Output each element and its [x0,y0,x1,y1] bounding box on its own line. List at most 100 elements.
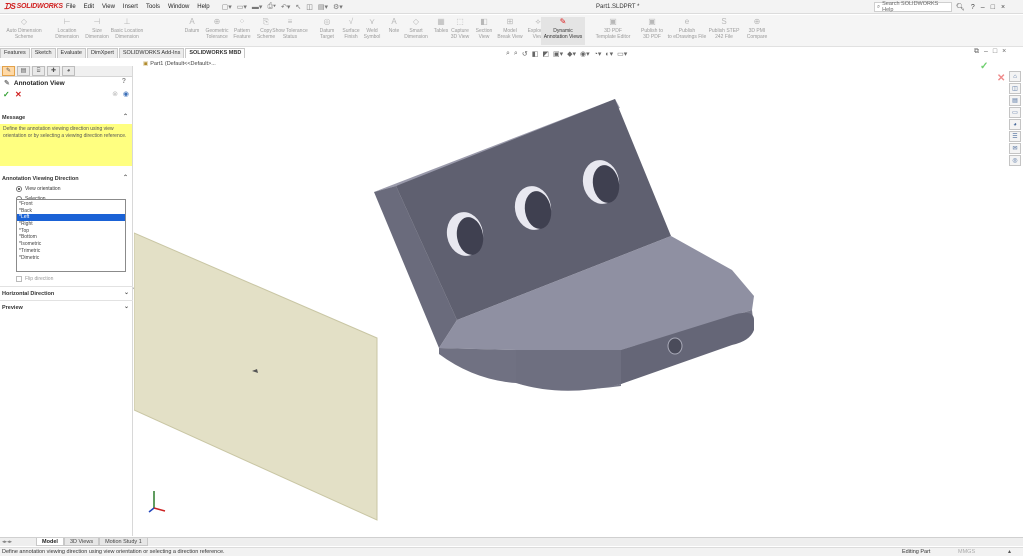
tab-3d-views[interactable]: 3D Views [63,538,100,546]
zoom-area-icon[interactable]: ⌕ [514,50,518,58]
flip-direction-row[interactable]: Flip direction [16,274,53,283]
undo-icon[interactable]: ↶▾ [281,3,290,11]
radio-view-orientation[interactable]: View orientation [0,184,132,194]
magnifier-icon[interactable]: 🔍︎ [956,3,965,11]
help-search-input[interactable]: ⌕ Search SOLIDWORKS Help [874,1,952,13]
list-item[interactable]: *Dimetric [17,255,125,262]
solidworks-forum-icon[interactable]: ◎ [1009,155,1021,166]
radio-button-on[interactable] [16,186,22,192]
tab-mbd[interactable]: SOLIDWORKS MBD [185,48,246,58]
solidworks-logo[interactable]: ᗪS SOLIDWORKS [0,0,63,14]
status-menu-icon[interactable]: ▴ [1008,548,1011,556]
dimxpert-tab-icon[interactable]: ✚ [47,66,60,76]
list-item[interactable]: *Back [17,208,125,215]
tab-motion-study[interactable]: Motion Study 1 [99,538,148,546]
dynamic-annotation-icon[interactable]: ◩ [542,50,549,58]
save-icon[interactable]: ▬▾ [252,3,263,11]
chevron-up-icon[interactable]: ⌃ [123,113,128,120]
menu-view[interactable]: View [98,0,119,14]
tab-addins[interactable]: SOLIDWORKS Add-Ins [118,48,185,58]
print-icon[interactable]: ⎙▾ [267,3,276,11]
select-icon[interactable]: ↖ [295,3,301,11]
tab-scroll-arrows-icon[interactable]: ◂▸◂▸ [2,538,12,546]
section-view-icon[interactable]: ◧ [532,50,539,58]
tab-model[interactable]: Model [36,538,64,546]
cmd-dynamic-annotation-views-button[interactable]: ✎ Dynamic Annotation Views [541,17,585,45]
chevron-down-icon[interactable]: ⌄ [124,303,129,310]
list-item[interactable]: *Bottom [17,234,125,241]
home-icon[interactable]: ⌂ [1009,71,1021,82]
display-manager-tab-icon[interactable]: ◕ [62,66,75,76]
close-doc-icon[interactable]: × [1002,48,1006,56]
message-header[interactable]: Message ⌃ [0,113,132,123]
flip-direction-checkbox[interactable] [16,275,22,282]
graphics-area[interactable]: ▣ Part1 (Default<<Default>... [134,58,1023,536]
tab-evaluate[interactable]: Evaluate [56,48,86,58]
pin-icon[interactable]: ⊗ [112,90,118,98]
forum-icon[interactable]: ✉ [1009,143,1021,154]
detail-preview-icon[interactable]: ◉ [123,90,129,98]
new-document-icon[interactable]: ▢▾ [222,3,232,11]
view-settings-icon[interactable]: ▭▾ [617,50,627,58]
file-properties-icon[interactable]: ▤▾ [318,3,328,11]
cmd-3d-pdf-template-button[interactable]: ▣ 3D PDF Template Editor [591,17,635,40]
units-selector[interactable]: MMGS [958,548,975,556]
feature-tree-tab-icon[interactable]: ▤ [17,66,30,76]
list-item[interactable]: *Front [17,201,125,208]
model-viewport[interactable] [134,58,1023,536]
menu-edit[interactable]: Edit [80,0,98,14]
list-item[interactable]: *Isometric [17,241,125,248]
list-item[interactable]: *Right [17,221,125,228]
options-icon[interactable]: ⚙▾ [333,3,343,11]
minimize-button[interactable]: – [981,4,985,11]
rebuild-icon[interactable]: ◫ [306,3,313,11]
cmd-basic-location-dimension-button[interactable]: ⊥ Basic Location Dimension [105,17,149,40]
feature-tree-flyout[interactable]: ▣ Part1 (Default<<Default>... [143,61,216,67]
display-style-icon[interactable]: ◆▾ [567,50,576,58]
scene-icon[interactable]: ◐▾ [605,50,613,58]
cancel-button[interactable]: ✕ [15,90,22,99]
close-button[interactable]: × [1001,4,1005,11]
appearances-icon[interactable]: ◕ [1009,119,1021,130]
menu-file[interactable]: File [62,0,80,14]
maximize-button[interactable]: □ [991,4,995,11]
configuration-tab-icon[interactable]: ⌸ [32,66,45,76]
tab-features[interactable]: Features [0,48,30,58]
chevron-up-icon[interactable]: ⌃ [123,174,128,181]
chevron-down-icon[interactable]: ⌄ [124,289,129,296]
cmd-3d-pmi-compare-button[interactable]: ⊕ 3D PMI Compare [735,17,779,40]
list-item[interactable]: *Top [17,228,125,235]
design-library-icon[interactable]: ▤ [1009,95,1021,106]
menu-help[interactable]: Help [193,0,213,14]
zoom-to-fit-icon[interactable]: ⌕ [506,50,510,58]
cmd-auto-dimension-button[interactable]: ◇ Auto Dimension Scheme [2,17,46,40]
view-orientation-icon[interactable]: ▣▾ [553,50,563,58]
previous-view-icon[interactable]: ↺ [522,50,528,58]
help-button[interactable]: ? [971,4,975,11]
list-item-selected[interactable]: *Left [17,214,125,222]
hide-show-items-icon[interactable]: ◉▾ [580,50,590,58]
orientation-list[interactable]: *Front *Back *Left *Right *Top *Bottom *… [16,199,126,272]
file-explorer-icon[interactable]: ▭ [1009,107,1021,118]
ok-button[interactable]: ✓ [3,90,10,99]
list-item[interactable]: *Trimetric [17,248,125,255]
tab-dimxpert[interactable]: DimXpert [86,48,118,58]
confirm-ok-icon[interactable]: ✓ [980,61,988,72]
minimize-doc-icon[interactable]: – [984,48,988,56]
tab-sketch[interactable]: Sketch [30,48,56,58]
horizontal-direction-header[interactable]: Horizontal Direction ⌄ [0,289,133,299]
maximize-doc-icon[interactable]: □ [993,48,997,56]
menu-insert[interactable]: Insert [119,0,142,14]
help-icon[interactable]: ? [122,78,126,85]
custom-properties-icon[interactable]: ☰ [1009,131,1021,142]
open-icon[interactable]: ▭▾ [237,3,247,11]
viewing-direction-header[interactable]: Annotation Viewing Direction ⌃ [0,174,132,184]
preview-header[interactable]: Preview ⌄ [0,303,133,313]
confirm-cancel-icon[interactable]: ✕ [997,73,1005,84]
edit-appearance-icon[interactable]: ◔▾ [594,50,602,58]
property-manager-tab-icon[interactable]: ✎ [2,66,15,76]
menu-window[interactable]: Window [164,0,193,14]
menu-tools[interactable]: Tools [142,0,164,14]
restore-doc-icon[interactable]: ⧉ [974,48,979,56]
resources-icon[interactable]: ◫ [1009,83,1021,94]
